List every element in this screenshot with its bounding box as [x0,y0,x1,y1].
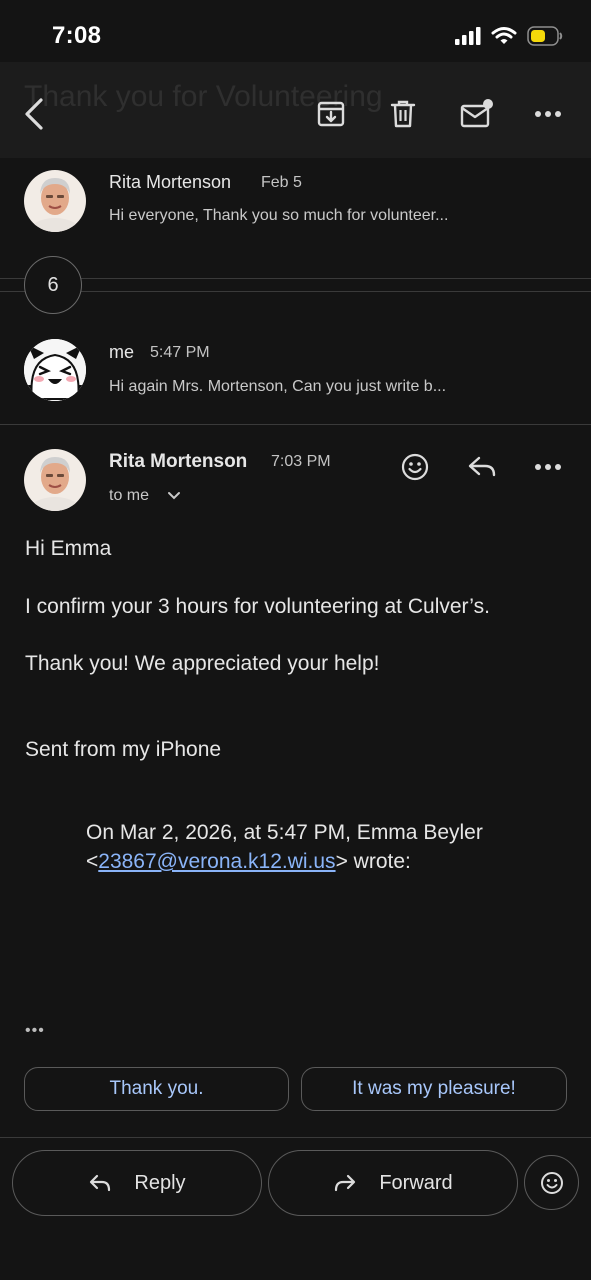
bottom-divider [0,1137,591,1138]
recipient-label: to me [109,487,150,504]
mark-unread-icon [459,99,493,129]
smart-reply-chip[interactable]: It was my pleasure! [301,1067,567,1111]
show-trimmed-content-button[interactable]: ••• [25,1022,45,1040]
emoji-icon [401,453,429,481]
collapsed-count: 6 [47,273,59,296]
back-arrow-icon [22,97,46,131]
reply-button[interactable]: Reply [12,1150,262,1216]
message-date: Feb 5 [261,174,302,191]
more-options-button[interactable] [526,94,570,134]
message-divider [0,424,591,425]
forward-icon [333,1173,357,1193]
mark-unread-button[interactable] [454,94,498,134]
message-time: 5:47 PM [150,344,210,361]
avatar [24,170,86,232]
wifi-icon [491,26,517,46]
react-button[interactable] [524,1155,579,1210]
chevron-down-icon [167,491,181,501]
message-time: 7:03 PM [271,453,331,470]
collapsed-messages-button[interactable]: 6 [24,256,82,314]
message-snippet: Hi everyone, Thank you so much for volun… [109,207,449,224]
reply-icon [467,455,497,479]
avatar [24,449,86,511]
avatar [24,339,86,401]
quote-email-link[interactable]: 23867@verona.k12.wi.us [98,850,335,873]
message-snippet: Hi again Mrs. Mortenson, Can you just wr… [109,378,447,395]
body-line: I confirm your 3 hours for volunteering … [25,595,490,618]
emoji-icon [540,1171,564,1195]
delete-button[interactable] [381,94,425,134]
sender-name: Rita Mortenson [109,451,248,472]
recipient-details-toggle[interactable]: to me [109,487,181,505]
body-signature: Sent from my iPhone [25,738,222,761]
sender-name: Rita Mortenson [109,172,232,192]
smart-reply-chip[interactable]: Thank you. [24,1067,289,1111]
more-icon [534,463,562,471]
collapsed-divider-bottom [0,291,591,292]
status-icons [455,26,563,46]
quote-suffix: > wrote: [335,850,411,873]
forward-label: Forward [379,1171,453,1194]
reply-icon [88,1173,112,1193]
collapsed-divider-top [0,278,591,279]
add-reaction-button[interactable] [393,447,437,487]
reply-icon-button[interactable] [460,447,504,487]
back-button[interactable] [12,94,56,134]
cellular-signal-icon [455,27,481,45]
body-greeting: Hi Emma [25,537,112,560]
message-more-button[interactable] [526,447,570,487]
archive-button[interactable] [309,94,353,134]
archive-icon [316,99,346,129]
forward-button[interactable]: Forward [268,1150,518,1216]
more-icon [534,110,562,118]
status-time: 7:08 [52,22,102,49]
quoted-header: On Mar 2, 2026, at 5:47 PM, Emma Beyler … [86,818,506,876]
reply-label: Reply [134,1171,186,1194]
body-line: Thank you! We appreciated your help! [25,652,380,675]
trash-icon [389,99,417,129]
sender-name: me [109,342,135,362]
battery-icon [527,26,563,46]
message-row-mine[interactable] [0,325,591,423]
